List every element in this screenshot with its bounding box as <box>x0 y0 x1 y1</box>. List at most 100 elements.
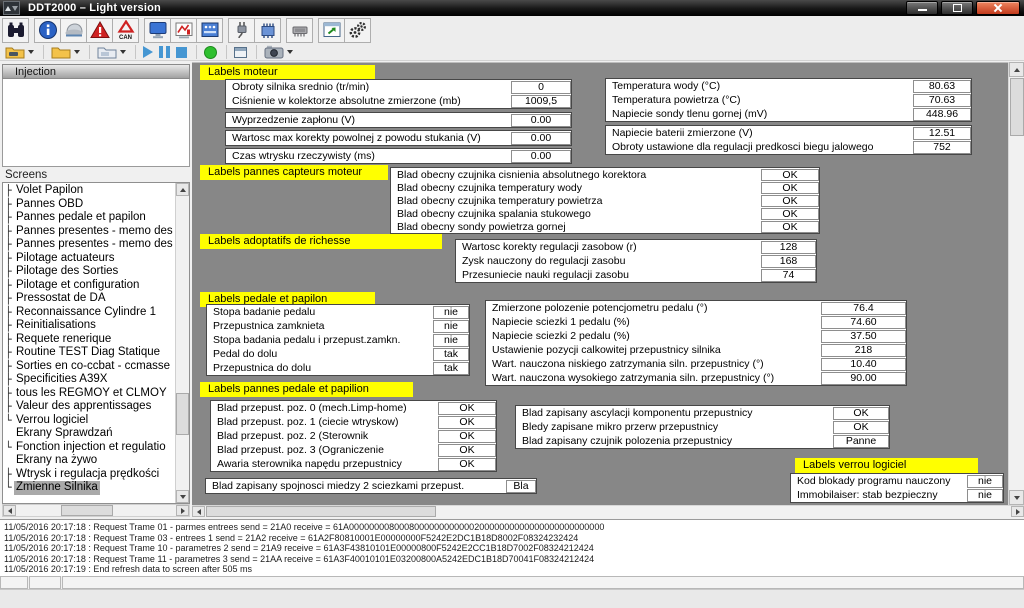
screens-list-item[interactable]: ├ Specificities A39X <box>5 373 175 387</box>
camera-button[interactable] <box>262 45 295 60</box>
data-row: Ciśnienie w kolektorze absolutne zmierzo… <box>226 94 571 108</box>
close-button[interactable] <box>976 1 1020 15</box>
play-button[interactable] <box>141 45 155 60</box>
screens-list-item[interactable]: ├ Pannes presentes - memo des <box>5 238 175 252</box>
stop-button[interactable] <box>174 45 189 60</box>
scroll-up-button[interactable] <box>1009 62 1024 77</box>
scrollbar-thumb[interactable] <box>176 393 189 435</box>
memory-chip-button[interactable] <box>286 18 313 43</box>
screens-list-item[interactable]: ├ Pannes pedale et papilon <box>5 211 175 225</box>
section-label-pannes-capteurs: Labels pannes capteurs moteur <box>200 165 388 180</box>
screens-item-label: Wtrysk i regulacja prędkości <box>14 468 161 482</box>
control-panel-button[interactable] <box>196 18 223 43</box>
data-row: Blad obecny czujnika temperatury powietr… <box>391 194 819 207</box>
scroll-left-button[interactable] <box>192 506 205 517</box>
vehicle-button[interactable] <box>60 18 87 43</box>
scrollbar-thumb[interactable] <box>61 505 113 516</box>
screens-list-item[interactable]: └ Verrou logiciel <box>5 414 175 428</box>
injection-header: Injection <box>2 64 190 79</box>
screens-list-item[interactable]: ├ Pressostat de DA <box>5 292 175 306</box>
screens-list-item[interactable]: └ Fonction injection et regulatio <box>5 441 175 455</box>
tree-branch-icon: ├ <box>5 184 14 198</box>
folder-window-button[interactable] <box>95 45 128 60</box>
open-folder-vehicle-button[interactable] <box>3 45 36 60</box>
scrollbar-thumb[interactable] <box>206 506 436 517</box>
field-value: nie <box>433 320 469 333</box>
screens-list-item[interactable]: ├ Valeur des apprentissages <box>5 400 175 414</box>
temperatures-group: Temperatura wody (°C)80.63Temperatura po… <box>605 78 972 122</box>
screens-list-item[interactable]: ├ Reconnaissance Cylindre 1 <box>5 306 175 320</box>
injection-listbox[interactable] <box>2 79 190 167</box>
folder-button[interactable] <box>49 45 82 60</box>
window-export-button[interactable] <box>318 18 345 43</box>
pause-button[interactable] <box>157 45 172 60</box>
monitor-graph-button[interactable] <box>170 18 197 43</box>
warning-button[interactable] <box>86 18 113 43</box>
data-row: Pedal do dolutak <box>207 347 469 361</box>
record-button[interactable] <box>202 45 219 60</box>
field-value: 12.51 <box>913 127 971 140</box>
screens-list-item[interactable]: ├ Pilotage et configuration <box>5 279 175 293</box>
connector-plug-button[interactable] <box>228 18 255 43</box>
stop-icon <box>176 47 187 58</box>
sensor-faults-group: Blad obecny czujnika cisnienia absolutne… <box>390 167 820 234</box>
screens-list-item[interactable]: ├ Volet Papilon <box>5 184 175 198</box>
screens-item-label: Reinitialisations <box>14 319 98 333</box>
screens-list-item[interactable]: ├ Reinitialisations <box>5 319 175 333</box>
scroll-left-button[interactable] <box>3 505 16 516</box>
statusbar-cell <box>29 576 61 589</box>
screens-item-label: Zmienne Silnika <box>14 481 100 495</box>
field-value: OK <box>761 221 819 233</box>
binoculars-button[interactable] <box>2 18 29 43</box>
ecu-connector-icon <box>258 20 278 40</box>
field-value: OK <box>833 407 889 420</box>
ecu-connector-button[interactable] <box>254 18 281 43</box>
field-label: Ciśnienie w kolektorze absolutne zmierzo… <box>226 95 511 107</box>
info-button[interactable] <box>34 18 61 43</box>
scroll-down-button[interactable] <box>1009 490 1024 505</box>
screens-list-item[interactable]: ├ Pannes OBD <box>5 198 175 212</box>
scroll-up-icon <box>180 188 186 192</box>
scrollbar-thumb[interactable] <box>1010 78 1024 136</box>
screens-list-item[interactable]: ├ Requete renerique <box>5 333 175 347</box>
dropdown-arrow-icon <box>287 50 293 54</box>
screens-scrollbar-horizontal[interactable] <box>2 504 190 517</box>
screens-item-label: Pannes presentes - memo des <box>14 238 175 252</box>
screens-list-item[interactable]: ├ Pilotage des Sorties <box>5 265 175 279</box>
maximize-button[interactable] <box>941 1 973 15</box>
titlebar: DDT2000 – Light version <box>0 0 1024 16</box>
main-scrollbar-vertical[interactable] <box>1008 62 1024 505</box>
window-small-button[interactable] <box>232 45 249 60</box>
scroll-right-button[interactable] <box>176 505 189 516</box>
minimize-button[interactable] <box>906 1 938 15</box>
screens-list-item[interactable]: ├ Pannes presentes - memo des <box>5 225 175 239</box>
screens-list-item[interactable]: ├ tous les REGMOY et CLMOY <box>5 387 175 401</box>
can-label: CAN <box>113 35 138 41</box>
screens-list-item[interactable]: ├ Routine TEST Diag Statique <box>5 346 175 360</box>
field-label: Obroty silnika srednio (tr/min) <box>226 81 511 93</box>
scroll-down-button[interactable] <box>176 490 189 503</box>
screens-scrollbar-vertical[interactable] <box>175 183 189 503</box>
field-label: Blad przepust. poz. 2 (Sterownik <box>211 430 438 442</box>
field-value: nie <box>967 475 1003 488</box>
scroll-up-button[interactable] <box>176 183 189 196</box>
screens-list-item[interactable]: ├ Pilotage actuateurs <box>5 252 175 266</box>
screens-list-item[interactable]: Ekrany na żywo <box>5 454 175 468</box>
data-row: Czas wtrysku rzeczywisty (ms)0.00 <box>226 149 571 163</box>
scroll-right-button[interactable] <box>1011 506 1024 517</box>
screens-list-item[interactable]: Ekrany Sprawdzań <box>5 427 175 441</box>
app-icon <box>3 1 20 15</box>
main-scrollbar-horizontal[interactable] <box>192 505 1024 518</box>
monitor-button[interactable] <box>144 18 171 43</box>
gears-button[interactable] <box>344 18 371 43</box>
screens-list-item[interactable]: ├ Wtrysk i regulacja prędkości <box>5 468 175 482</box>
field-label: Bledy zapisane mikro przerw przepustnicy <box>516 421 833 433</box>
screens-list-item[interactable]: └ Zmienne Silnika <box>5 481 175 495</box>
log-line: 11/05/2016 20:17:19 : End refresh data t… <box>4 564 1024 575</box>
screens-list[interactable]: ├ Volet Papilon ├ Pannes OBD ├ Pannes pe… <box>2 182 190 504</box>
field-label: Wartosc korekty regulacji zasobow (r) <box>456 241 761 253</box>
can-warning-button[interactable]: CAN <box>112 18 139 43</box>
data-row: Blad obecny czujnika temperatury wodyOK <box>391 181 819 194</box>
window-controls <box>906 1 1020 15</box>
screens-list-item[interactable]: ├ Sorties en co-ccbat - ccmasse <box>5 360 175 374</box>
